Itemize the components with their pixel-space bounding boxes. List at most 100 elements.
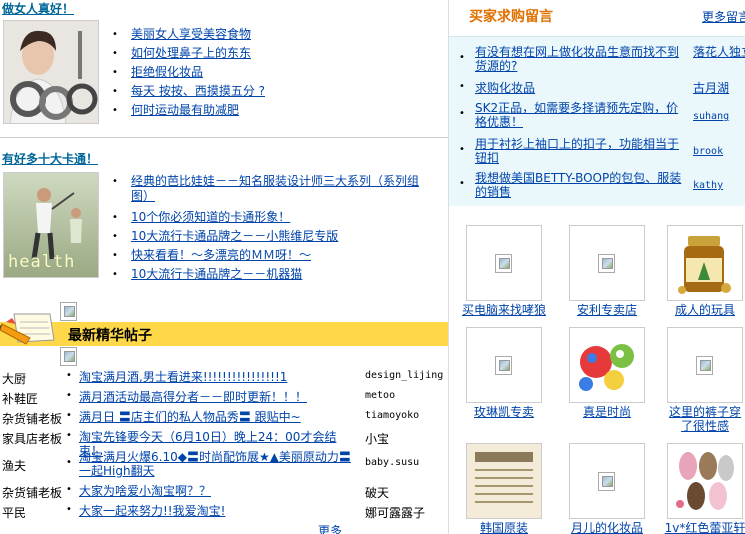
shop-link[interactable]: 成人的玩具 [657,303,745,317]
request-user-link[interactable]: kathy [693,179,745,193]
post-category: 补鞋匠 [2,392,39,406]
more-requests-link[interactable]: 更多留言 [702,8,745,25]
post-category: 杂货铺老板 [2,486,63,500]
bullet: • [66,370,72,381]
shop-thumbnail[interactable] [667,225,743,301]
left-column: 做女人真好！ 美丽女人享受美容食物 如何处理鼻子上的东东 拒绝假化妆品 每天 按… [0,0,448,534]
shop-item[interactable]: 成人的玩具 [657,225,745,317]
post-category: 杂货铺老板 [2,412,63,426]
bullet: • [459,144,465,155]
shop-item[interactable]: 真是时尚 [559,327,655,419]
table-row: 平民 • 大家一起来努力!!我爱淘宝! 娜可露露子 [0,502,448,522]
table-row: 家具店老板 • 淘宝先锋要今天（6月10日）晚上24：00才会结束！ 小宝 [0,428,448,458]
list-item[interactable]: 何时运动最有助减肥 [112,101,430,120]
right-column: 买家求购留言 更多留言 • 有没有想在网上做化妆品生意而找不到货源的? 落花人独… [449,0,745,534]
bullet: • [66,410,72,421]
request-link[interactable]: SK2正品，如需要多择请预先定购，价格优惠！ [475,101,685,129]
shop-item[interactable]: 安利专卖店 [559,225,655,317]
bullet: • [66,457,72,468]
post-title-link[interactable]: 淘宝满月火爆6.10◆〓时尚配饰展★▲美丽原动力〓一起High翻天 [79,450,357,478]
women-thumbnail[interactable] [3,20,99,124]
post-title-link[interactable]: 满月酒活动最高得分者－－即时更新！！！ [79,390,357,404]
post-title-link[interactable]: 大家一起来努力!!我爱淘宝! [79,504,357,518]
request-link[interactable]: 我想做美国BETTY-BOOP的包包、服装的销售 [475,171,685,199]
post-category: 家具店老板 [2,432,63,446]
bullet: • [459,81,465,92]
list-item: • 求购化妆品 古月湖 [459,81,739,99]
shop-link[interactable]: 买电脑来找哮狼 [456,303,552,317]
requests-title: 买家求购留言 [469,9,553,25]
broken-image-icon [60,302,77,321]
supplement-bottle-icon [668,226,742,300]
broken-image-icon [60,347,77,366]
shop-item[interactable]: 月儿的化妆品 [559,443,655,534]
request-link[interactable]: 有没有想在网上做化妆品生意而找不到货源的? [475,45,685,73]
bullet: • [459,178,465,189]
shop-link[interactable]: 月儿的化妆品 [559,521,655,534]
shop-link[interactable]: 1v*红色蕾亚轩 [657,521,745,534]
shop-item[interactable]: 1v*红色蕾亚轩 [657,443,745,534]
post-title-link[interactable]: 淘宝满月酒,男士看进来!!!!!!!!!!!!!!!!1 [79,370,357,384]
shop-link[interactable]: 韩国原装 [456,521,552,534]
request-link[interactable]: 用于衬衫上袖口上的扣子，功能相当于钮扣 [475,137,685,165]
list-item: • 用于衬衫上袖口上的扣子，功能相当于钮扣 brook [459,137,739,167]
list-item[interactable]: 如何处理鼻子上的东东 [112,44,430,63]
shop-link[interactable]: 真是时尚 [559,405,655,419]
section-title-women[interactable]: 做女人真好！ [2,0,74,17]
bullet: • [66,484,72,495]
list-item[interactable]: 美丽女人享受美容食物 [112,25,430,44]
shop-thumbnail[interactable] [466,443,542,519]
table-row: 补鞋匠 • 满月酒活动最高得分者－－即时更新！！！ metoo [0,388,448,408]
list-item[interactable]: 经典的芭比娃娃－－知名服装设计师三大系列（系列组图） [112,174,430,208]
shop-item[interactable]: 韩国原装 [456,443,552,534]
shop-link[interactable]: 玫琳凯专卖 [456,405,552,419]
broken-image-icon [598,472,615,491]
request-user-link[interactable]: suhang [693,110,745,124]
section-title-cartoon[interactable]: 有好多十大卡通！ [2,150,98,167]
post-title-link[interactable]: 满月日 〓店主们的私人物品秀〓 跟贴中~ [79,410,357,424]
shop-thumbnail[interactable] [667,443,743,519]
shop-thumbnail[interactable] [569,225,645,301]
list-item[interactable]: 快来看看！～多漂亮的ＭＭ呀！～ [112,246,430,265]
post-author: baby.susu [365,457,420,468]
bullet: • [459,108,465,119]
women-article-list: 美丽女人享受美容食物 如何处理鼻子上的东东 拒绝假化妆品 每天 按按、西摸摸五分… [112,25,430,120]
request-user-link[interactable]: 落花人独立 [693,45,745,59]
list-item[interactable]: 10个你必须知道的卡通形象！ [112,208,430,227]
post-category: 平民 [2,506,27,520]
post-category: 大厨 [2,372,27,386]
shop-thumbnail[interactable] [667,327,743,403]
request-user-link[interactable]: 古月湖 [693,81,745,95]
notepad-pencil-icon [0,310,58,349]
shop-item[interactable]: 这里的裤子穿了很性感 [657,327,745,433]
post-author: metoo [365,390,396,401]
newspaper-icon [467,444,541,518]
shop-thumbnail[interactable] [466,225,542,301]
post-title-link[interactable]: 大家为啥爱小淘宝啊？？ [79,484,357,498]
broken-image-icon [495,254,512,273]
post-category: 渔夫 [2,459,27,473]
broken-image-icon [598,254,615,273]
shop-thumbnail[interactable] [466,327,542,403]
requests-panel: • 有没有想在网上做化妆品生意而找不到货源的? 落花人独立 • 求购化妆品 古月… [449,36,745,206]
shop-item[interactable]: 买电脑来找哮狼 [456,225,552,317]
list-item: • 我想做美国BETTY-BOOP的包包、服装的销售 kathy [459,171,739,201]
list-item[interactable]: 10大流行卡通品牌之－－小熊维尼专版 [112,227,430,246]
post-author: tiamoyoko [365,410,420,421]
shop-link[interactable]: 安利专卖店 [559,303,655,317]
list-item: • 有没有想在网上做化妆品生意而找不到货源的? 落花人独立 [459,45,745,75]
shop-link[interactable]: 这里的裤子穿了很性感 [669,405,741,433]
shop-item[interactable]: 玫琳凯专卖 [456,327,552,419]
list-item[interactable]: 拒绝假化妆品 [112,63,430,82]
list-item: • SK2正品，如需要多择请预先定购，价格优惠！ suhang [459,101,739,131]
shop-thumbnail[interactable] [569,443,645,519]
post-author: design_lijing [365,370,444,381]
list-item[interactable]: 每天 按按、西摸摸五分 ? [112,82,430,101]
request-link[interactable]: 求购化妆品 [475,81,685,95]
shop-thumbnail[interactable] [569,327,645,403]
list-item[interactable]: 10大流行卡通品牌之－－机器猫 [112,265,430,284]
request-user-link[interactable]: brook [693,145,745,159]
table-row: 渔夫 • 淘宝满月火爆6.10◆〓时尚配饰展★▲美丽原动力〓一起High翻天 b… [0,448,448,482]
bullet: • [66,390,72,401]
more-posts-link[interactable]: 更多 [318,522,342,534]
